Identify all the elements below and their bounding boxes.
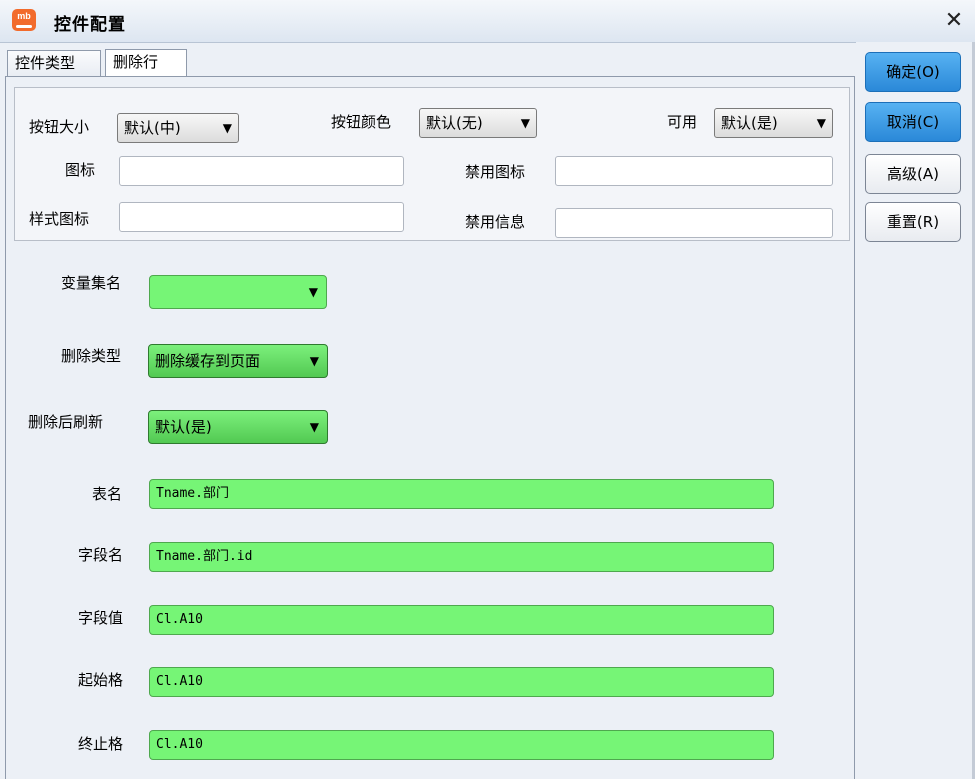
title-bar[interactable]: mb 控件配置 ✕ xyxy=(0,0,975,43)
field-name-label: 字段名 xyxy=(78,546,124,564)
chevron-down-icon: ▼ xyxy=(520,116,530,130)
tab-control-type[interactable]: 控件类型 xyxy=(7,50,101,76)
close-icon[interactable]: ✕ xyxy=(941,8,967,34)
end-cell-input[interactable]: Cl.A10 xyxy=(149,730,774,760)
delete-type-label: 删除类型 xyxy=(61,347,122,365)
advanced-button[interactable]: 高级(A) xyxy=(865,154,961,194)
refresh-select[interactable]: 默认(是) ▼ xyxy=(148,410,328,444)
enabled-select[interactable]: 默认(是) ▼ xyxy=(714,108,833,138)
reset-button[interactable]: 重置(R) xyxy=(865,202,961,242)
delete-type-select[interactable]: 删除缓存到页面 ▼ xyxy=(148,344,328,378)
chevron-down-icon: ▼ xyxy=(222,121,232,135)
field-value-label: 字段值 xyxy=(78,609,124,627)
refresh-label: 删除后刷新 xyxy=(28,413,104,431)
basic-settings-group: 按钮大小 默认(中) ▼ 按钮颜色 默认(无) ▼ 可用 默认(是) ▼ 图标 … xyxy=(14,87,850,241)
size-label: 按钮大小 xyxy=(29,118,90,136)
chevron-down-icon: ▼ xyxy=(816,116,826,130)
app-logo-icon: mb xyxy=(12,9,36,31)
size-select-value: 默认(中) xyxy=(124,119,181,137)
varset-select[interactable]: ▼ xyxy=(149,275,327,309)
chevron-down-icon: ▼ xyxy=(309,420,319,434)
tab-content-panel: 按钮大小 默认(中) ▼ 按钮颜色 默认(无) ▼ 可用 默认(是) ▼ 图标 … xyxy=(5,76,855,779)
disabled-icon-input[interactable] xyxy=(555,156,833,186)
action-button-column: 确定(O) 取消(C) 高级(A) 重置(R) xyxy=(856,42,975,779)
enabled-label: 可用 xyxy=(667,113,698,131)
enabled-select-value: 默认(是) xyxy=(721,114,778,132)
dialog-title: 控件配置 xyxy=(54,15,126,35)
disabled-info-label: 禁用信息 xyxy=(465,213,526,231)
icon-input[interactable] xyxy=(119,156,404,186)
disabled-info-input[interactable] xyxy=(555,208,833,238)
table-name-label: 表名 xyxy=(92,485,123,503)
color-select[interactable]: 默认(无) ▼ xyxy=(419,108,537,138)
start-cell-input[interactable]: Cl.A10 xyxy=(149,667,774,697)
field-value-input[interactable]: Cl.A10 xyxy=(149,605,774,635)
tab-delete-row[interactable]: 删除行 xyxy=(105,49,187,77)
icon-label: 图标 xyxy=(65,161,96,179)
disabled-icon-label: 禁用图标 xyxy=(465,163,526,181)
size-select[interactable]: 默认(中) ▼ xyxy=(117,113,239,143)
delete-type-select-value: 删除缓存到页面 xyxy=(155,352,261,370)
config-dialog: mb 控件配置 ✕ 控件类型 删除行 按钮大小 默认(中) ▼ 按钮颜色 默认(… xyxy=(0,0,975,779)
color-select-value: 默认(无) xyxy=(426,114,483,132)
field-name-input[interactable]: Tname.部门.id xyxy=(149,542,774,572)
start-cell-label: 起始格 xyxy=(78,671,124,689)
style-icon-label: 样式图标 xyxy=(29,210,90,228)
color-label: 按钮颜色 xyxy=(331,113,392,131)
ok-button[interactable]: 确定(O) xyxy=(865,52,961,92)
chevron-down-icon: ▼ xyxy=(308,285,318,299)
chevron-down-icon: ▼ xyxy=(309,354,319,368)
refresh-select-value: 默认(是) xyxy=(155,418,212,436)
style-icon-input[interactable] xyxy=(119,202,404,232)
table-name-input[interactable]: Tname.部门 xyxy=(149,479,774,509)
cancel-button[interactable]: 取消(C) xyxy=(865,102,961,142)
end-cell-label: 终止格 xyxy=(78,735,124,753)
varset-label: 变量集名 xyxy=(61,274,122,292)
